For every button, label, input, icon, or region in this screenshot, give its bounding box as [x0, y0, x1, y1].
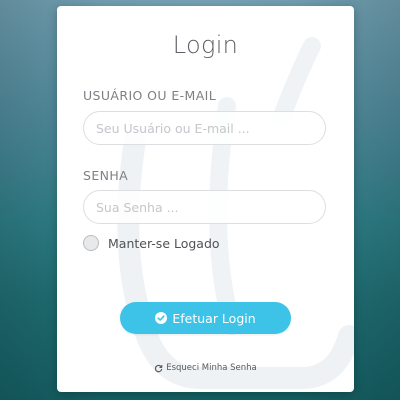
forgot-password-link[interactable]: Esqueci Minha Senha: [57, 363, 354, 373]
remember-me-radio[interactable]: [83, 235, 99, 251]
login-button-label: Efetuar Login: [172, 310, 256, 326]
password-label: SENHA: [83, 168, 129, 183]
refresh-icon: [155, 364, 163, 372]
remember-me-option[interactable]: Manter-se Logado: [83, 235, 220, 251]
remember-me-label: Manter-se Logado: [108, 235, 220, 251]
page-title: Login: [172, 31, 239, 59]
login-card: Login USUÁRIO OU E-MAIL SENHA Manter-se …: [57, 6, 354, 392]
password-input[interactable]: [83, 190, 326, 224]
login-button[interactable]: Efetuar Login: [120, 302, 291, 334]
forgot-password-label: Esqueci Minha Senha: [166, 363, 257, 373]
check-circle-icon: [155, 312, 168, 324]
username-input[interactable]: [83, 111, 326, 145]
username-label: USUÁRIO OU E-MAIL: [83, 88, 217, 103]
